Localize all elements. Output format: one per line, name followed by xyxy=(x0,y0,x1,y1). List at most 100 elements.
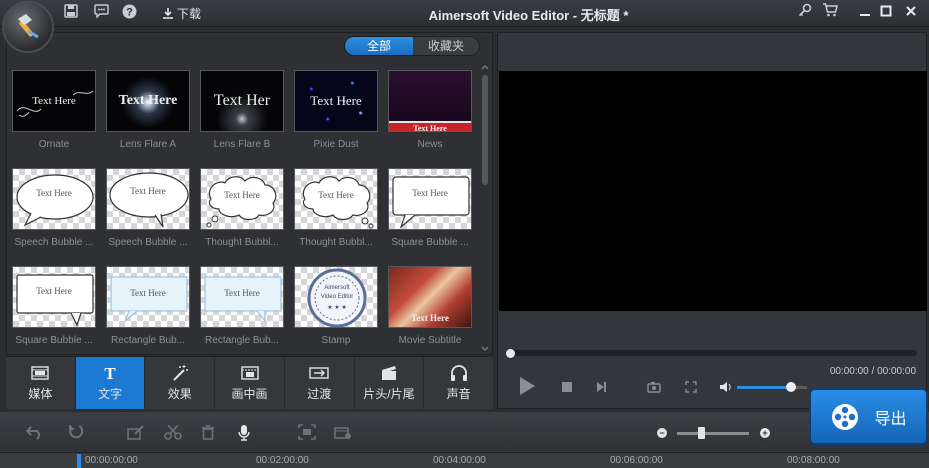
category-media[interactable]: 媒体 xyxy=(6,357,76,409)
category-transitions[interactable]: 过渡 xyxy=(285,357,355,409)
zoom-in-icon[interactable]: + xyxy=(760,428,770,438)
template-speech-bubble-1[interactable]: Text Here Speech Bubble ... xyxy=(12,168,96,248)
key-icon[interactable] xyxy=(795,3,815,23)
template-thumbnail: Text Here xyxy=(294,168,378,230)
template-thought-bubble-1[interactable]: Text Here Thought Bubbl... xyxy=(200,168,284,248)
template-label: Speech Bubble ... xyxy=(14,237,94,248)
stamp-seal-icon: Aimersoft Video Editor ★ ★ ★ xyxy=(307,268,367,327)
template-thought-bubble-2[interactable]: Text Here Thought Bubbl... xyxy=(294,168,378,248)
template-rectangle-bubble-2[interactable]: Text Here Rectangle Bub... xyxy=(200,266,284,346)
cart-icon[interactable] xyxy=(820,3,840,23)
next-frame-icon[interactable] xyxy=(595,380,607,398)
text-icon: T xyxy=(104,364,116,382)
volume-slider-knob[interactable] xyxy=(785,382,796,392)
template-lens-flare-a[interactable]: Text Here Lens Flare A xyxy=(106,70,190,150)
template-rectangle-bubble-1[interactable]: Text Here Rectangle Bub... xyxy=(106,266,190,346)
template-speech-bubble-2[interactable]: Text Here Speech Bubble ... xyxy=(106,168,190,248)
filter-all-tab[interactable]: 全部 xyxy=(345,37,413,55)
ruler-tick-label: 00:04:00:00 xyxy=(433,455,486,466)
edit-icon[interactable] xyxy=(127,424,145,440)
template-thumbnail: Text Here xyxy=(12,266,96,328)
playback-timecode: 00:00:00 / 00:00:00 xyxy=(829,366,916,377)
save-icon[interactable] xyxy=(62,4,80,22)
stop-icon[interactable] xyxy=(561,380,573,398)
download-icon xyxy=(163,8,173,19)
template-ornate[interactable]: Text Here Ornate xyxy=(12,70,96,150)
template-label: News xyxy=(417,139,443,150)
cut-icon[interactable] xyxy=(164,424,182,440)
template-pixie-dust[interactable]: Text Here Pixie Dust xyxy=(294,70,378,150)
category-audio[interactable]: 声音 xyxy=(424,357,493,409)
timeline-ruler[interactable]: 00:00:00:00 00:02:00:00 00:04:00:00 00:0… xyxy=(0,452,929,468)
video-settings-icon[interactable] xyxy=(334,424,352,440)
crop-icon[interactable] xyxy=(298,424,316,440)
download-button[interactable]: 下载 xyxy=(162,5,201,22)
preview-screen[interactable] xyxy=(499,71,927,311)
template-thumbnail: Aimersoft Video Editor ★ ★ ★ xyxy=(294,266,378,328)
template-thumbnail: Text Here xyxy=(200,168,284,230)
timeline-toolbar: − + xyxy=(0,412,929,452)
category-text[interactable]: T 文字 xyxy=(75,357,146,409)
template-lens-flare-b[interactable]: Text Her Lens Flare B xyxy=(200,70,284,150)
title-bar: ? 下载 Aimersoft Video Editor - 无标题 * xyxy=(0,0,929,27)
template-stamp[interactable]: Aimersoft Video Editor ★ ★ ★ Stamp xyxy=(294,266,378,346)
library-scrollbar[interactable] xyxy=(481,63,489,353)
effects-library-panel: 全部 收藏夹 Text Here Ornate Text Here Lens F… xyxy=(6,32,493,355)
template-label: Square Bubble ... xyxy=(15,335,93,346)
category-pip[interactable]: 画中画 xyxy=(215,357,285,409)
headphones-icon xyxy=(450,365,467,381)
library-scroll-thumb[interactable] xyxy=(482,75,488,185)
template-thumbnail: Text Here xyxy=(12,168,96,230)
template-thumbnail: Text Here xyxy=(12,70,96,132)
template-square-bubble-1[interactable]: Text Here Square Bubble ... xyxy=(388,168,472,248)
library-filter-toggle: 全部 收藏夹 xyxy=(344,36,480,56)
pip-icon xyxy=(240,366,259,380)
help-icon[interactable]: ? xyxy=(120,4,138,22)
zoom-out-icon[interactable]: − xyxy=(657,428,667,438)
ruler-tick-label: 00:00:00:00 xyxy=(85,455,138,466)
timeline-zoom-knob[interactable] xyxy=(697,427,705,439)
volume-slider-fill[interactable] xyxy=(737,386,791,389)
category-intro-outro[interactable]: 片头/片尾 xyxy=(355,357,425,409)
minimize-icon[interactable] xyxy=(855,3,875,23)
svg-text:★ ★ ★: ★ ★ ★ xyxy=(327,304,346,311)
ruler-tick-label: 00:06:00:00 xyxy=(610,455,663,466)
template-thumbnail: Text Here xyxy=(106,168,190,230)
export-button[interactable]: 导出 xyxy=(809,388,928,445)
svg-text:?: ? xyxy=(126,7,133,19)
play-icon[interactable] xyxy=(517,375,537,402)
app-title: Aimersoft Video Editor - 无标题 * xyxy=(428,8,629,23)
template-label: Lens Flare A xyxy=(119,139,177,150)
maximize-icon[interactable] xyxy=(876,3,896,23)
snapshot-icon[interactable] xyxy=(647,380,661,398)
undo-icon[interactable] xyxy=(25,424,44,440)
svg-text:T: T xyxy=(104,364,116,382)
template-label: Pixie Dust xyxy=(313,139,359,150)
template-label: Lens Flare B xyxy=(213,139,271,150)
template-movie-subtitle[interactable]: Text Here Movie Subtitle xyxy=(388,266,472,346)
filter-favorites-tab[interactable]: 收藏夹 xyxy=(413,37,479,55)
ruler-tick-label: 00:08:00:00 xyxy=(787,455,840,466)
timeline-playhead[interactable] xyxy=(77,454,81,468)
microphone-icon[interactable] xyxy=(236,424,254,441)
feedback-icon[interactable] xyxy=(92,4,110,22)
close-icon[interactable] xyxy=(901,3,921,23)
template-news[interactable]: Text Here News xyxy=(388,70,472,150)
template-label: Rectangle Bub... xyxy=(205,335,279,346)
category-effects[interactable]: 效果 xyxy=(145,357,216,409)
redo-icon[interactable] xyxy=(66,424,84,440)
template-thumbnail: Text Here xyxy=(388,70,472,132)
template-thumbnail: Text Here xyxy=(200,266,284,328)
fullscreen-icon[interactable] xyxy=(685,380,697,398)
timeline-zoom-slider[interactable] xyxy=(677,432,749,435)
text-template-grid: Text Here Ornate Text Here Lens Flare A … xyxy=(11,65,481,355)
delete-icon[interactable] xyxy=(200,424,218,440)
playback-progress-track[interactable] xyxy=(509,350,917,356)
playback-progress-knob[interactable] xyxy=(506,349,515,358)
download-label: 下载 xyxy=(177,7,202,21)
ruler-tick-label: 00:02:00:00 xyxy=(256,455,309,466)
volume-icon[interactable] xyxy=(719,380,733,398)
app-logo[interactable] xyxy=(2,1,54,53)
template-square-bubble-2[interactable]: Text Here Square Bubble ... xyxy=(12,266,96,346)
template-label: Speech Bubble ... xyxy=(108,237,188,248)
